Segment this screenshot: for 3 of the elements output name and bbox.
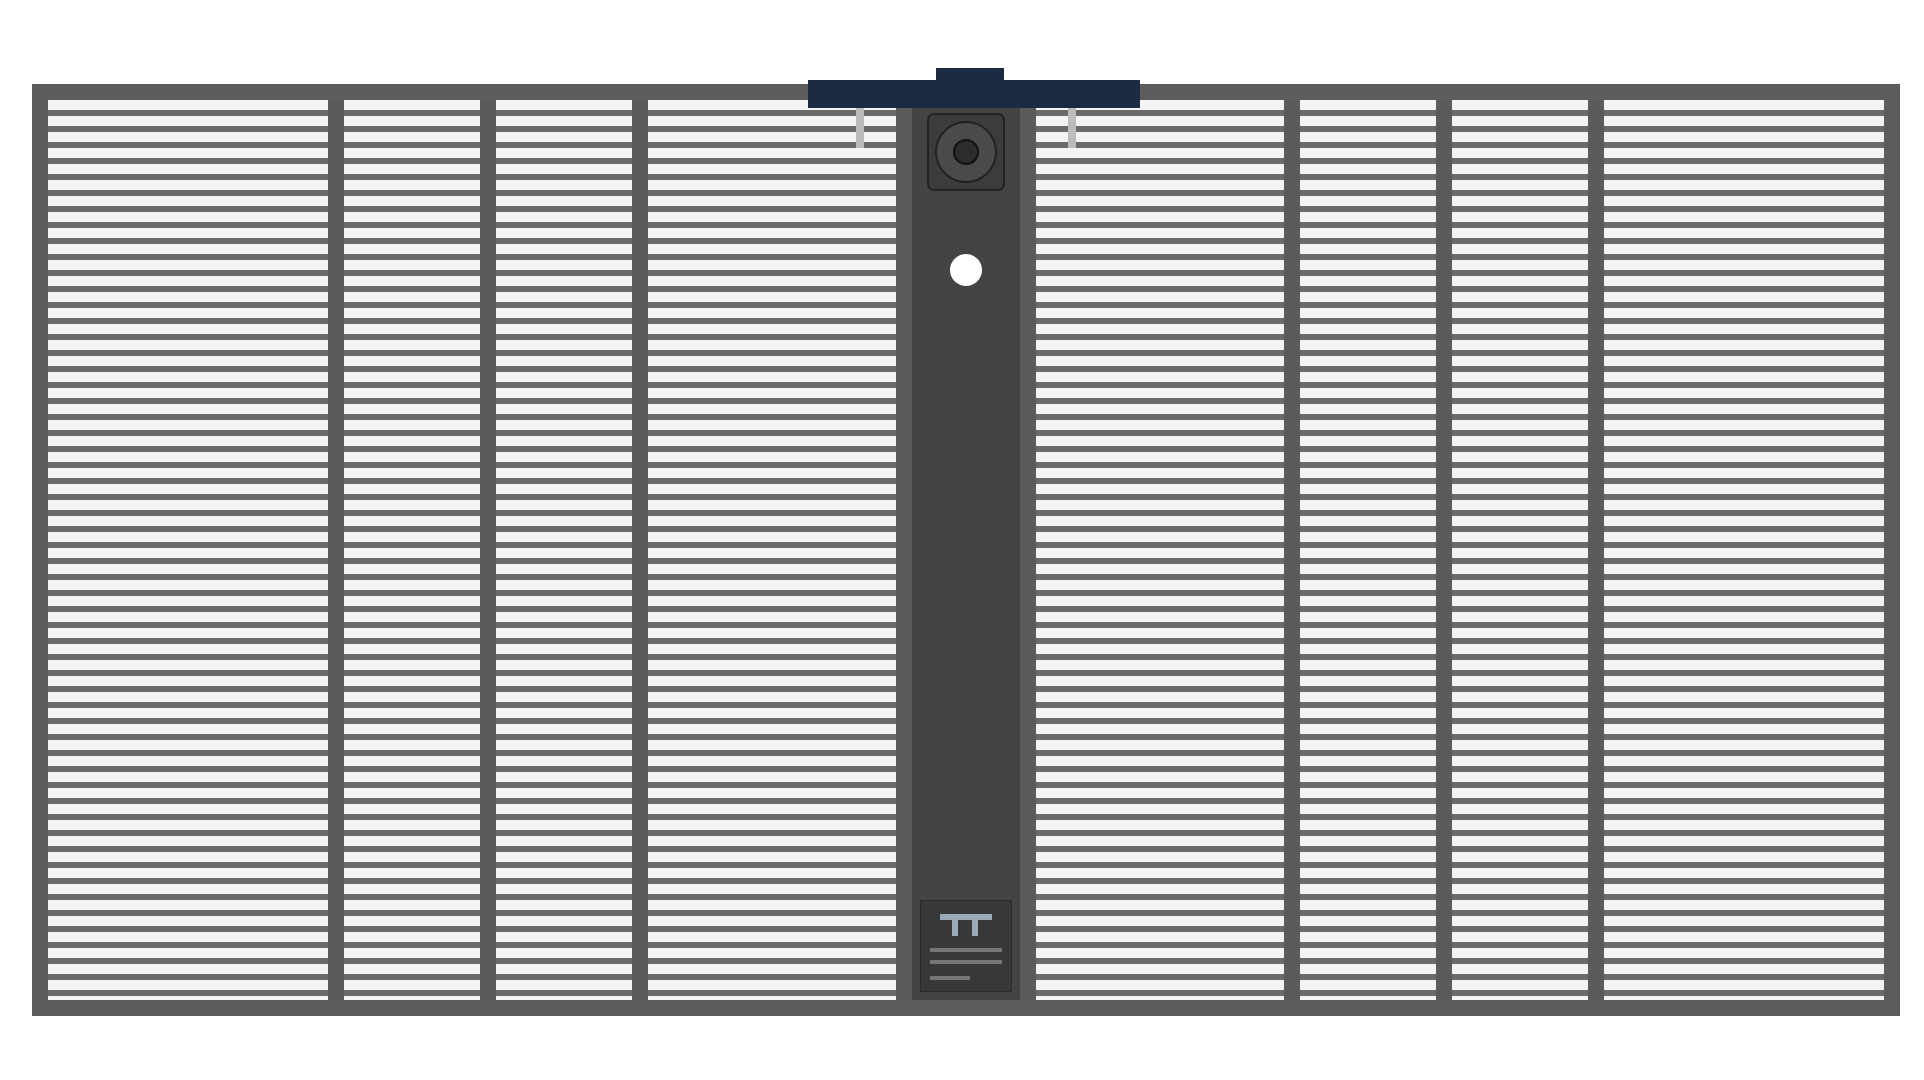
fan-drawing bbox=[926, 112, 1006, 192]
label-plate-drawing bbox=[920, 900, 1012, 992]
connector-icon bbox=[948, 252, 984, 288]
